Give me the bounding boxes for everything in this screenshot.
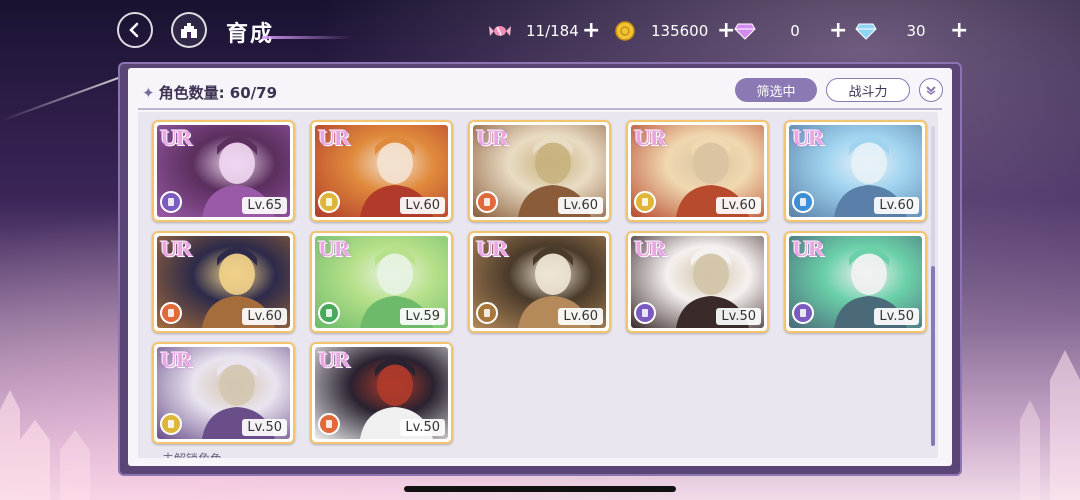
role-icon	[476, 191, 498, 213]
level-label: Lv.60	[874, 197, 919, 214]
role-icon	[318, 302, 340, 324]
rarity-badge: UR	[476, 126, 508, 150]
role-icon	[318, 191, 340, 213]
locked-section-label: 未解锁角色	[162, 450, 222, 458]
sort-order-toggle[interactable]	[919, 78, 943, 102]
level-label: Lv.59	[400, 308, 445, 325]
character-card[interactable]: UR Lv.50	[152, 342, 295, 444]
level-label: Lv.50	[874, 308, 919, 325]
panel-header: ✦ 角色数量: 60/79 筛选中 战斗力	[138, 76, 943, 106]
rarity-badge: UR	[318, 237, 350, 261]
light-streak	[0, 72, 132, 122]
rarity-badge: UR	[792, 126, 824, 150]
add-purple-gem-button[interactable]: +	[829, 20, 847, 42]
level-label: Lv.60	[400, 197, 445, 214]
character-count-text: 角色数量: 60/79	[158, 84, 278, 102]
sort-button[interactable]: 战斗力	[826, 78, 910, 102]
title-decoration	[262, 36, 352, 39]
role-icon	[160, 191, 182, 213]
castle-silhouette-right	[1020, 350, 1080, 500]
scrollbar[interactable]	[931, 126, 935, 446]
castle-home-icon	[181, 23, 197, 38]
back-arrow-icon	[129, 22, 139, 38]
role-icon	[792, 302, 814, 324]
filter-button[interactable]: 筛选中	[735, 78, 817, 102]
resource-blue-diamond: 30 +	[854, 18, 968, 44]
level-label: Lv.65	[242, 197, 287, 214]
role-icon	[792, 191, 814, 213]
gold-coin-icon	[613, 19, 637, 43]
rarity-badge: UR	[160, 126, 192, 150]
level-label: Lv.60	[242, 308, 287, 325]
character-card[interactable]: UR Lv.60	[784, 120, 927, 222]
character-card[interactable]: UR Lv.50	[784, 231, 927, 333]
character-count: ✦ 角色数量: 60/79	[142, 82, 277, 103]
blue-diamond-count: 30	[906, 22, 926, 40]
rarity-badge: UR	[634, 237, 666, 261]
level-label: Lv.50	[400, 419, 445, 436]
character-card[interactable]: UR Lv.59	[310, 231, 453, 333]
castle-silhouette-left	[0, 390, 90, 500]
role-icon	[318, 413, 340, 435]
level-label: Lv.50	[716, 308, 761, 325]
candy-icon	[488, 19, 512, 43]
blue-diamond-icon	[854, 19, 878, 43]
character-card[interactable]: UR Lv.60	[468, 120, 611, 222]
gold-count: 135600	[651, 22, 709, 40]
character-card[interactable]: UR Lv.60	[468, 231, 611, 333]
resource-candy: 11/184 +	[488, 18, 600, 44]
resource-gold: 135600 +	[613, 18, 735, 44]
page-title: 育成	[226, 22, 275, 47]
character-card[interactable]: UR Lv.50	[626, 231, 769, 333]
character-panel: ✦角色数量: 60/79 筛选中 战斗力 未解锁角色 UR Lv.65 UR Lv.6…	[128, 68, 952, 466]
role-icon	[160, 413, 182, 435]
chevron-down-icon	[926, 86, 936, 95]
role-icon	[476, 302, 498, 324]
role-icon	[634, 191, 656, 213]
rarity-badge: UR	[318, 348, 350, 372]
purple-gem-icon	[733, 19, 757, 43]
top-bar: 育成 11/184 + 135600 + 0 + 30 +	[0, 8, 1080, 48]
role-icon	[634, 302, 656, 324]
header-divider	[138, 108, 942, 110]
candy-count: 11/184	[526, 22, 579, 40]
character-card[interactable]: UR Lv.65	[152, 120, 295, 222]
rarity-badge: UR	[476, 237, 508, 261]
scroll-thumb[interactable]	[931, 266, 935, 446]
add-blue-diamond-button[interactable]: +	[950, 20, 968, 42]
rarity-badge: UR	[634, 126, 666, 150]
level-label: Lv.60	[558, 197, 603, 214]
rarity-badge: UR	[160, 348, 192, 372]
character-card[interactable]: UR Lv.60	[310, 120, 453, 222]
character-card[interactable]: UR Lv.60	[626, 120, 769, 222]
character-grid: 未解锁角色 UR Lv.65 UR Lv.60 UR Lv.60 UR Lv.60 UR Lv.6…	[138, 112, 938, 458]
rarity-badge: UR	[318, 126, 350, 150]
rarity-badge: UR	[792, 237, 824, 261]
resource-purple-gem: 0 +	[733, 18, 847, 44]
character-card[interactable]: UR Lv.60	[152, 231, 295, 333]
rarity-badge: UR	[160, 237, 192, 261]
level-label: Lv.60	[558, 308, 603, 325]
back-button[interactable]	[117, 12, 153, 48]
role-icon	[160, 302, 182, 324]
home-button[interactable]	[171, 12, 207, 48]
sparkle-icon: ✦	[142, 84, 155, 102]
level-label: Lv.50	[242, 419, 287, 436]
add-candy-button[interactable]: +	[582, 20, 600, 42]
purple-gem-count: 0	[790, 22, 800, 40]
level-label: Lv.60	[716, 197, 761, 214]
character-card[interactable]: UR Lv.50	[310, 342, 453, 444]
home-indicator	[404, 486, 676, 492]
